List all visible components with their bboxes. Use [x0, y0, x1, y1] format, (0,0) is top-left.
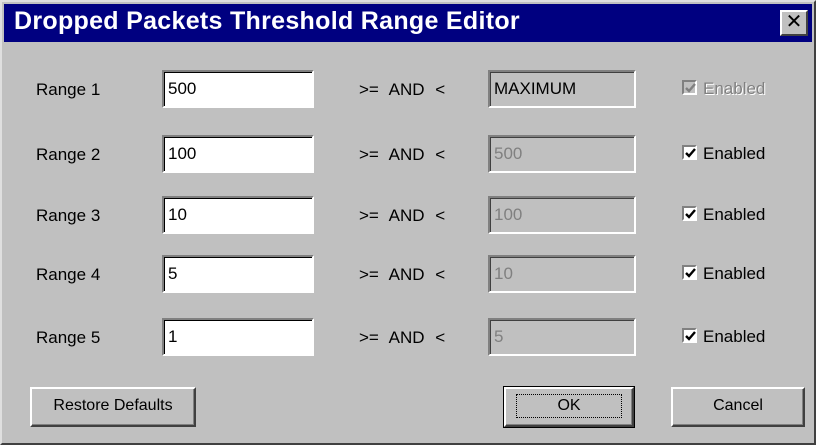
range-4-to-field	[488, 255, 636, 293]
range-operator: >= AND <	[359, 80, 446, 99]
range-operator: >= AND <	[359, 145, 446, 164]
range-4-from-input[interactable]	[162, 255, 314, 293]
range-2-to-field	[488, 135, 636, 173]
range-2-enabled-checkbox[interactable]: Enabled	[682, 144, 765, 166]
restore-defaults-label: Restore Defaults	[53, 397, 173, 414]
checkbox-label: Enabled	[703, 79, 766, 98]
range-row-5: Range 5 >= AND < Enabled	[2, 318, 814, 358]
checkmark-icon	[685, 208, 696, 219]
checkbox-box[interactable]	[682, 264, 697, 280]
range-5-from-input[interactable]	[162, 318, 314, 356]
title-bar[interactable]: Dropped Packets Threshold Range Editor ✕	[4, 4, 812, 42]
range-1-enabled-checkbox: Enabled	[682, 79, 765, 101]
range-editor-dialog: Dropped Packets Threshold Range Editor ✕…	[0, 0, 816, 445]
range-1-to-field	[488, 70, 636, 108]
range-3-enabled-checkbox[interactable]: Enabled	[682, 205, 765, 227]
range-row-3: Range 3 >= AND < Enabled	[2, 196, 814, 236]
checkbox-label[interactable]: Enabled	[703, 205, 765, 224]
checkmark-icon	[685, 267, 696, 278]
checkbox-box[interactable]	[682, 144, 697, 160]
range-5-to-field	[488, 318, 636, 356]
range-5-enabled-checkbox[interactable]: Enabled	[682, 327, 765, 349]
checkbox-box	[682, 79, 697, 95]
range-label: Range 5	[36, 328, 101, 347]
cancel-button[interactable]: Cancel	[671, 387, 805, 427]
cancel-label: Cancel	[713, 397, 763, 414]
close-button[interactable]: ✕	[780, 10, 808, 36]
checkbox-label[interactable]: Enabled	[703, 327, 765, 346]
range-1-from-input[interactable]	[162, 70, 314, 108]
range-3-to-field	[488, 196, 636, 234]
checkbox-box[interactable]	[682, 327, 697, 343]
range-row-1: Range 1 >= AND < Enabled	[2, 70, 814, 110]
range-operator: >= AND <	[359, 328, 446, 347]
window-title: Dropped Packets Threshold Range Editor	[14, 7, 520, 35]
close-icon: ✕	[785, 11, 803, 33]
checkmark-icon	[685, 147, 696, 158]
range-4-enabled-checkbox[interactable]: Enabled	[682, 264, 765, 286]
checkbox-label[interactable]: Enabled	[703, 264, 765, 283]
range-2-from-input[interactable]	[162, 135, 314, 173]
range-operator: >= AND <	[359, 206, 446, 225]
checkmark-icon	[685, 330, 696, 341]
range-label: Range 1	[36, 80, 101, 99]
checkbox-label[interactable]: Enabled	[703, 144, 765, 163]
range-label: Range 4	[36, 265, 101, 284]
checkbox-box[interactable]	[682, 205, 697, 221]
ok-button[interactable]: OK	[503, 386, 635, 428]
range-label: Range 3	[36, 206, 101, 225]
restore-defaults-button[interactable]: Restore Defaults	[30, 387, 196, 427]
range-label: Range 2	[36, 145, 101, 164]
range-3-from-input[interactable]	[162, 196, 314, 234]
range-row-4: Range 4 >= AND < Enabled	[2, 255, 814, 295]
range-operator: >= AND <	[359, 265, 446, 284]
checkmark-icon	[685, 82, 696, 93]
range-row-2: Range 2 >= AND < Enabled	[2, 135, 814, 175]
ok-label: OK	[516, 394, 622, 418]
